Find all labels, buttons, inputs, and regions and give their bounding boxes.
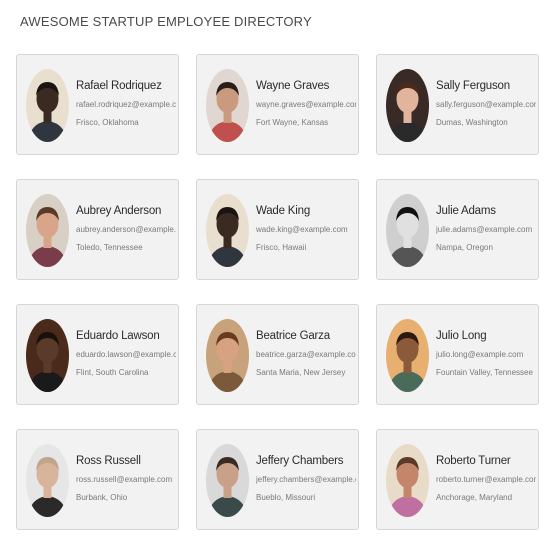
employee-info: Julie Adams julie.adams@example.com Nampa,…: [436, 205, 536, 252]
employee-avatar: [206, 444, 249, 517]
employee-email: wayne.graves@example.com: [256, 100, 356, 109]
employee-email: beatrice.garza@example.com: [256, 350, 356, 359]
employee-name: Wade King: [256, 205, 311, 217]
employee-card[interactable]: Sally Ferguson sally.ferguson@example.com…: [376, 54, 539, 155]
employee-name: Aubrey Anderson: [76, 205, 162, 217]
employee-avatar: [386, 194, 429, 267]
employee-avatar: [26, 319, 69, 392]
employee-avatar: [206, 69, 249, 142]
employee-avatar: [386, 444, 429, 517]
employee-card[interactable]: Roberto Turner roberto.turner@example.com…: [376, 429, 539, 530]
employee-info: Beatrice Garza beatrice.garza@example.com…: [256, 330, 356, 377]
employee-name: Rafael Rodriquez: [76, 80, 162, 92]
employee-email: rafael.rodriquez@example.com: [76, 100, 176, 109]
employee-location: Bueblo, Missouri: [256, 493, 316, 502]
employee-info: Aubrey Anderson aubrey.anderson@example.c…: [76, 205, 176, 252]
employee-email: julie.adams@example.com: [436, 225, 533, 234]
employee-card[interactable]: Beatrice Garza beatrice.garza@example.com…: [196, 304, 359, 405]
employee-email: roberto.turner@example.com: [436, 475, 536, 484]
employee-info: Roberto Turner roberto.turner@example.com…: [436, 455, 536, 502]
employee-email: ross.russell@example.com: [76, 475, 173, 484]
employee-info: Ross Russell ross.russell@example.com Burb…: [76, 455, 176, 502]
employee-card[interactable]: Aubrey Anderson aubrey.anderson@example.c…: [16, 179, 179, 280]
employee-info: Eduardo Lawson eduardo.lawson@example.com…: [76, 330, 176, 377]
employee-location: Anchorage, Maryland: [436, 493, 513, 502]
employee-avatar: [386, 69, 429, 142]
employee-avatar: [206, 194, 249, 267]
employee-location: Nampa, Oregon: [436, 243, 493, 252]
employee-location: Fountain Valley, Tennessee: [436, 368, 533, 377]
employee-location: Fort Wayne, Kansas: [256, 118, 329, 127]
employee-info: Sally Ferguson sally.ferguson@example.com…: [436, 80, 536, 127]
employee-location: Flint, South Carolina: [76, 368, 149, 377]
employee-avatar: [26, 69, 69, 142]
employee-info: Wayne Graves wayne.graves@example.com Fort…: [256, 80, 356, 127]
employee-email: jeffery.chambers@example.com: [256, 475, 356, 484]
employee-location: Dumas, Washington: [436, 118, 508, 127]
employee-name: Julie Adams: [436, 205, 496, 217]
employee-email: wade.king@example.com: [256, 225, 348, 234]
employee-card[interactable]: Julie Adams julie.adams@example.com Nampa,…: [376, 179, 539, 280]
employee-name: Wayne Graves: [256, 80, 330, 92]
employee-info: Julio Long julio.long@example.com Fountain…: [436, 330, 536, 377]
employee-card[interactable]: Wade King wade.king@example.com Frisco, Ha…: [196, 179, 359, 280]
employee-name: Beatrice Garza: [256, 330, 330, 342]
employee-info: Rafael Rodriquez rafael.rodriquez@example…: [76, 80, 176, 127]
employee-info: Jeffery Chambers jeffery.chambers@example…: [256, 455, 356, 502]
employee-location: Frisco, Oklahoma: [76, 118, 139, 127]
employee-card[interactable]: Jeffery Chambers jeffery.chambers@example…: [196, 429, 359, 530]
employee-name: Julio Long: [436, 330, 487, 342]
employee-location: Burbank, Ohio: [76, 493, 128, 502]
employee-card[interactable]: Ross Russell ross.russell@example.com Burb…: [16, 429, 179, 530]
employee-email: julio.long@example.com: [436, 350, 524, 359]
employee-avatar: [26, 444, 69, 517]
employee-info: Wade King wade.king@example.com Frisco, Ha…: [256, 205, 356, 252]
employee-location: Toledo, Tennessee: [76, 243, 143, 252]
employee-directory-page: AWESOME STARTUP EMPLOYEE DIRECTORY Rafae…: [0, 0, 550, 550]
employee-card[interactable]: Julio Long julio.long@example.com Fountain…: [376, 304, 539, 405]
employee-email: aubrey.anderson@example.com: [76, 225, 176, 234]
employee-card[interactable]: Rafael Rodriquez rafael.rodriquez@example…: [16, 54, 179, 155]
employee-card[interactable]: Wayne Graves wayne.graves@example.com Fort…: [196, 54, 359, 155]
employee-grid: Rafael Rodriquez rafael.rodriquez@example…: [16, 54, 539, 530]
employee-avatar: [206, 319, 249, 392]
employee-name: Eduardo Lawson: [76, 330, 160, 342]
employee-name: Ross Russell: [76, 455, 141, 467]
employee-location: Santa Maria, New Jersey: [256, 368, 346, 377]
employee-avatar: [26, 194, 69, 267]
employee-name: Sally Ferguson: [436, 80, 510, 92]
employee-name: Roberto Turner: [436, 455, 511, 467]
employee-email: sally.ferguson@example.com: [436, 100, 536, 109]
employee-location: Frisco, Hawaii: [256, 243, 307, 252]
page-title: AWESOME STARTUP EMPLOYEE DIRECTORY: [20, 14, 312, 29]
employee-email: eduardo.lawson@example.com: [76, 350, 176, 359]
employee-avatar: [386, 319, 429, 392]
employee-card[interactable]: Eduardo Lawson eduardo.lawson@example.com…: [16, 304, 179, 405]
employee-name: Jeffery Chambers: [256, 455, 344, 467]
